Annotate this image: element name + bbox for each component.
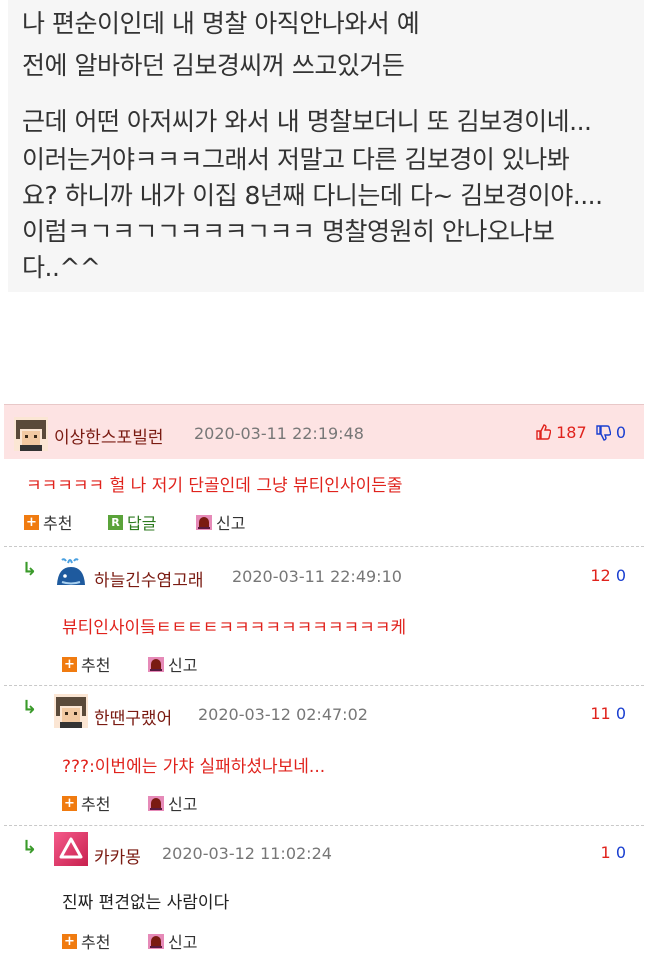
recommend-label: 추천	[81, 795, 111, 814]
avatar[interactable]	[54, 555, 88, 589]
recommend-button[interactable]: + 추천	[62, 930, 110, 952]
report-button[interactable]: 신고	[148, 930, 197, 952]
reply-arrow-icon: ↳	[22, 697, 38, 718]
plus-icon: +	[62, 795, 77, 811]
comment-text: ???:이번에는 가챠 실패하셨나보네...	[62, 757, 326, 777]
post-line: 다..^^	[22, 253, 101, 282]
report-button[interactable]: 신고	[148, 792, 197, 814]
comment-text: ㅋㅋㅋㅋㅋ 헐 나 저기 단골인데 그냥 뷰티인사이든줄	[26, 476, 403, 496]
reply-icon: R	[108, 514, 123, 530]
recommend-button[interactable]: + 추천	[62, 653, 110, 675]
comment-date: 2020-03-11 22:19:48	[194, 424, 364, 443]
plus-icon: +	[24, 514, 39, 530]
downvote-count: 0	[615, 566, 626, 585]
recommend-label: 추천	[81, 933, 111, 952]
comment-text: 뷰티인사이듴ㅌㅌㅌㅌㅋㅋㅋㅋㅋㅋㅋㅋㅋㅋㅋ케	[62, 618, 407, 638]
report-label: 신고	[216, 514, 246, 533]
comment-text: 진짜 편견없는 사람이다	[62, 893, 230, 913]
siren-icon	[148, 656, 164, 672]
vote-counts: 11 0	[590, 704, 626, 723]
comment-item: ↳ 하늘긴수염고래 2020-03-11 22:49:10 12 0 뷰티인사이…	[4, 547, 644, 685]
recommend-label: 추천	[81, 656, 111, 675]
post-line: 이럼ㅋㄱㅋㄱㄱㅋㅋㅋㄱㅋㅋ 명찰영원히 안나오나보	[22, 217, 555, 246]
downvote-count: 0	[615, 423, 626, 442]
siren-icon	[196, 514, 212, 530]
report-button[interactable]: 신고	[148, 653, 197, 675]
upvote-count: 11	[590, 704, 611, 723]
post-line: 전에 알바하던 김보경씨꺼 쓰고있거든	[22, 51, 405, 80]
comment-date: 2020-03-12 11:02:24	[162, 844, 332, 863]
comment-header: 이상한스포빌런 2020-03-11 22:19:48 187 0	[4, 405, 644, 459]
report-label: 신고	[168, 795, 198, 814]
post-line: 요? 하니까 내가 이집 8년째 다니는데 다~ 김보경이야....	[22, 181, 603, 210]
upvote-count: 12	[590, 566, 611, 585]
avatar[interactable]	[54, 694, 88, 728]
comment-list: 이상한스포빌런 2020-03-11 22:19:48 187 0 ㅋㅋㅋㅋㅋ …	[4, 404, 644, 965]
post-line: 나 편순이인데 내 명찰 아직안나와서 예	[22, 9, 420, 38]
reply-button[interactable]: R 답글	[108, 511, 156, 533]
plus-icon: +	[62, 656, 77, 672]
comment-item: ↳ 한땐구랬어 2020-03-12 02:47:02 11 0 ???:이번에…	[4, 686, 644, 824]
thumb-up-icon[interactable]	[535, 424, 552, 440]
reply-label: 답글	[127, 514, 157, 533]
siren-icon	[148, 795, 164, 811]
comment-date: 2020-03-11 22:49:10	[232, 567, 402, 586]
post-line: 이러는거야ㅋㅋㅋ그래서 저말고 다른 김보경이 있나봐	[22, 145, 570, 174]
vote-counts: 12 0	[590, 566, 626, 585]
plus-icon: +	[62, 933, 77, 949]
post-content: 나 편순이인데 내 명찰 아직안나와서 예 전에 알바하던 김보경씨꺼 쓰고있거…	[8, 0, 644, 292]
comment-nickname[interactable]: 하늘긴수염고래	[94, 566, 203, 591]
report-label: 신고	[168, 656, 198, 675]
downvote-count: 0	[615, 843, 626, 862]
upvote-count: 1	[600, 843, 611, 862]
comment-item: 이상한스포빌런 2020-03-11 22:19:48 187 0 ㅋㅋㅋㅋㅋ …	[4, 405, 644, 545]
recommend-button[interactable]: + 추천	[62, 792, 110, 814]
thumb-down-icon[interactable]	[595, 425, 612, 441]
comment-nickname[interactable]: 카카몽	[94, 843, 141, 868]
comment-item: ↳ 카카몽 2020-03-12 11:02:24 1 0 진짜 편견없는 사람…	[4, 826, 644, 965]
comment-nickname[interactable]: 이상한스포빌런	[54, 423, 163, 448]
reply-arrow-icon: ↳	[22, 559, 38, 580]
upvote-count: 187	[556, 423, 587, 442]
vote-counts: 187 0	[535, 423, 626, 442]
recommend-label: 추천	[43, 514, 73, 533]
siren-icon	[148, 933, 164, 949]
reply-arrow-icon: ↳	[22, 837, 38, 858]
comment-nickname[interactable]: 한땐구랬어	[94, 704, 172, 729]
downvote-count: 0	[615, 704, 626, 723]
recommend-button[interactable]: + 추천	[24, 511, 72, 533]
report-button[interactable]: 신고	[196, 511, 245, 533]
post-line: 근데 어떤 아저씨가 와서 내 명찰보더니 또 김보경이네...	[22, 107, 592, 136]
avatar[interactable]	[14, 417, 48, 451]
vote-counts: 1 0	[601, 843, 626, 862]
comment-date: 2020-03-12 02:47:02	[198, 705, 368, 724]
avatar[interactable]	[54, 832, 88, 866]
report-label: 신고	[168, 933, 198, 952]
